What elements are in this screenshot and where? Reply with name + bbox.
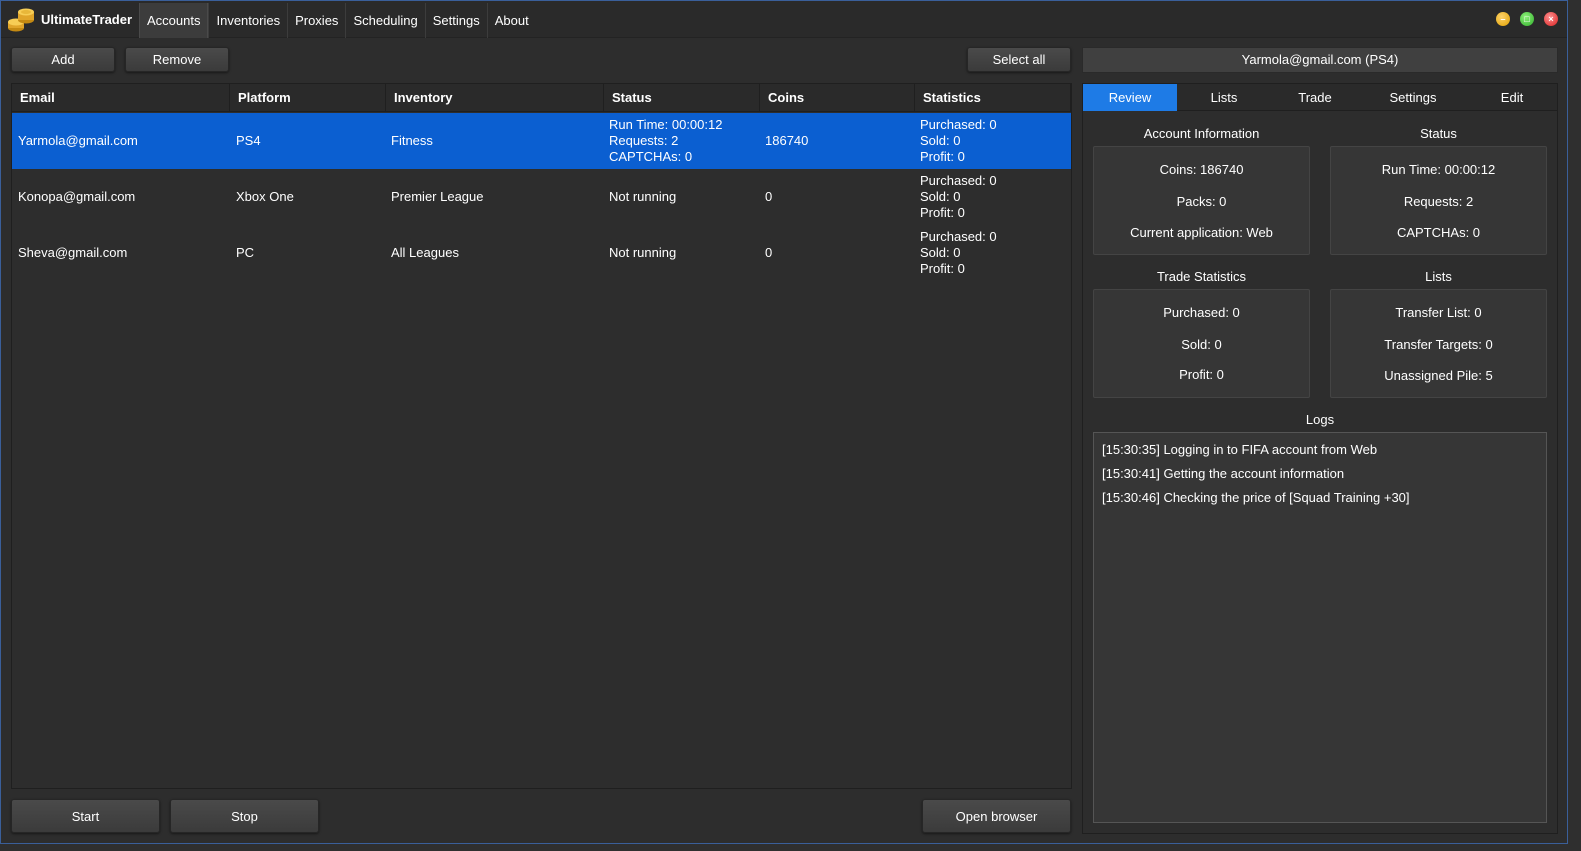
column-email[interactable]: Email [12, 84, 230, 112]
cell-status: Not running [609, 225, 676, 281]
column-statistics[interactable]: Statistics [915, 84, 1071, 112]
cell-platform: Xbox One [236, 189, 294, 204]
status-line: Run Time: 00:00:12 [609, 117, 723, 132]
remove-button[interactable]: Remove [125, 47, 229, 72]
status-line: CAPTCHAs: 0 [609, 149, 693, 164]
table-row[interactable]: Yarmola@gmail.com PS4 Fitness Run Time: … [12, 113, 1071, 169]
menu-accounts[interactable]: Accounts [139, 3, 209, 38]
status-line: Requests: 2 [1403, 194, 1474, 209]
logs-box[interactable]: [15:30:35] Logging in to FIFA account fr… [1093, 432, 1547, 823]
status-line: Not running [609, 189, 677, 204]
app-title: UltimateTrader [41, 12, 133, 27]
lists-line: Transfer Targets: 0 [1384, 337, 1493, 352]
account-information-title: Account Information [1143, 126, 1260, 141]
minimize-icon: – [1500, 14, 1506, 24]
cell-inventory: Premier League [391, 189, 484, 204]
menu-settings[interactable]: Settings [424, 3, 487, 38]
tab-review[interactable]: Review [1083, 84, 1177, 111]
selected-account-header: Yarmola@gmail.com (PS4) [1082, 47, 1558, 73]
close-button[interactable]: × [1544, 12, 1558, 26]
status-line: Requests: 2 [609, 133, 679, 148]
status-line: Not running [609, 245, 677, 260]
column-status[interactable]: Status [604, 84, 760, 112]
coins-logo-icon [8, 8, 34, 32]
add-button[interactable]: Add [11, 47, 115, 72]
accounts-table: Email Platform Inventory Status Coins St… [11, 83, 1072, 789]
cell-platform: PS4 [236, 133, 261, 148]
cell-coins: 186740 [765, 133, 809, 148]
table-row[interactable]: Sheva@gmail.com PC All Leagues Not runni… [12, 225, 1071, 281]
cell-coins: 0 [765, 189, 773, 204]
status-line: Run Time: 00:00:12 [1381, 162, 1496, 177]
tab-trade[interactable]: Trade [1271, 84, 1359, 111]
trade-line: Sold: 0 [1181, 337, 1222, 352]
lists-box: Transfer List: 0 Transfer Targets: 0 Una… [1330, 289, 1547, 398]
title-bar: UltimateTrader Accounts Inventories Prox… [1, 1, 1567, 38]
trade-statistics-box: Purchased: 0 Sold: 0 Profit: 0 [1093, 289, 1310, 398]
info-line: Current application: Web [1130, 225, 1273, 240]
statistics-line: Sold: 0 [920, 133, 961, 148]
lists-line: Transfer List: 0 [1395, 305, 1482, 320]
cell-status: Run Time: 00:00:12 Requests: 2 CAPTCHAs:… [609, 113, 722, 169]
cell-statistics: Purchased: 0 Sold: 0 Profit: 0 [920, 169, 997, 225]
column-platform[interactable]: Platform [230, 84, 386, 112]
trade-line: Purchased: 0 [1163, 305, 1240, 320]
logs-title: Logs [1305, 412, 1335, 427]
table-header: Email Platform Inventory Status Coins St… [12, 84, 1071, 112]
cell-inventory: Fitness [391, 133, 433, 148]
info-line: Packs: 0 [1176, 194, 1227, 209]
cell-email: Konopa@gmail.com [18, 189, 136, 204]
log-line: [15:30:35] Logging in to FIFA account fr… [1102, 442, 1378, 457]
start-button[interactable]: Start [11, 799, 160, 833]
info-line: Coins: 186740 [1159, 162, 1244, 177]
cell-status: Not running [609, 169, 676, 225]
statistics-line: Purchased: 0 [920, 173, 997, 188]
log-line: [15:30:41] Getting the account informati… [1102, 466, 1345, 481]
maximize-button[interactable]: □ [1520, 12, 1534, 26]
status-title: Status [1420, 126, 1457, 141]
lists-title: Lists [1425, 269, 1452, 284]
lists-line: Unassigned Pile: 5 [1384, 368, 1493, 383]
menu-scheduling[interactable]: Scheduling [345, 3, 424, 38]
cell-statistics: Purchased: 0 Sold: 0 Profit: 0 [920, 113, 997, 169]
cell-platform: PC [236, 245, 255, 260]
cell-statistics: Purchased: 0 Sold: 0 Profit: 0 [920, 225, 997, 281]
status-line: CAPTCHAs: 0 [1396, 225, 1481, 240]
statistics-line: Profit: 0 [920, 261, 965, 276]
app-window: UltimateTrader Accounts Inventories Prox… [0, 0, 1568, 844]
statistics-line: Purchased: 0 [920, 117, 997, 132]
column-inventory[interactable]: Inventory [386, 84, 604, 112]
menu-proxies[interactable]: Proxies [287, 3, 345, 38]
menu-inventories[interactable]: Inventories [208, 3, 287, 38]
log-line: [15:30:46] Checking the price of [Squad … [1102, 490, 1410, 505]
stop-button[interactable]: Stop [170, 799, 319, 833]
column-coins[interactable]: Coins [760, 84, 915, 112]
statistics-line: Profit: 0 [920, 205, 965, 220]
main-menu: Accounts Inventories Proxies Scheduling … [139, 3, 536, 38]
statistics-line: Profit: 0 [920, 149, 965, 164]
select-all-button[interactable]: Select all [967, 47, 1071, 72]
trade-line: Profit: 0 [1179, 367, 1224, 382]
trade-statistics-title: Trade Statistics [1156, 269, 1247, 284]
cell-coins: 0 [765, 245, 773, 260]
statistics-line: Sold: 0 [920, 189, 961, 204]
cell-email: Sheva@gmail.com [18, 245, 128, 260]
close-icon: × [1548, 14, 1554, 24]
cell-email: Yarmola@gmail.com [18, 133, 138, 148]
statistics-line: Sold: 0 [920, 245, 961, 260]
details-tabs: Review Lists Trade Settings Edit [1082, 83, 1558, 111]
cell-inventory: All Leagues [391, 245, 459, 260]
open-browser-button[interactable]: Open browser [922, 799, 1071, 833]
status-box: Run Time: 00:00:12 Requests: 2 CAPTCHAs:… [1330, 146, 1547, 255]
table-row[interactable]: Konopa@gmail.com Xbox One Premier League… [12, 169, 1071, 225]
tab-settings[interactable]: Settings [1359, 84, 1467, 111]
tab-edit[interactable]: Edit [1467, 84, 1557, 111]
maximize-icon: □ [1524, 14, 1530, 24]
menu-about[interactable]: About [486, 3, 536, 38]
minimize-button[interactable]: – [1496, 12, 1510, 26]
statistics-line: Purchased: 0 [920, 229, 997, 244]
account-information-box: Coins: 186740 Packs: 0 Current applicati… [1093, 146, 1310, 255]
tab-lists[interactable]: Lists [1177, 84, 1271, 111]
